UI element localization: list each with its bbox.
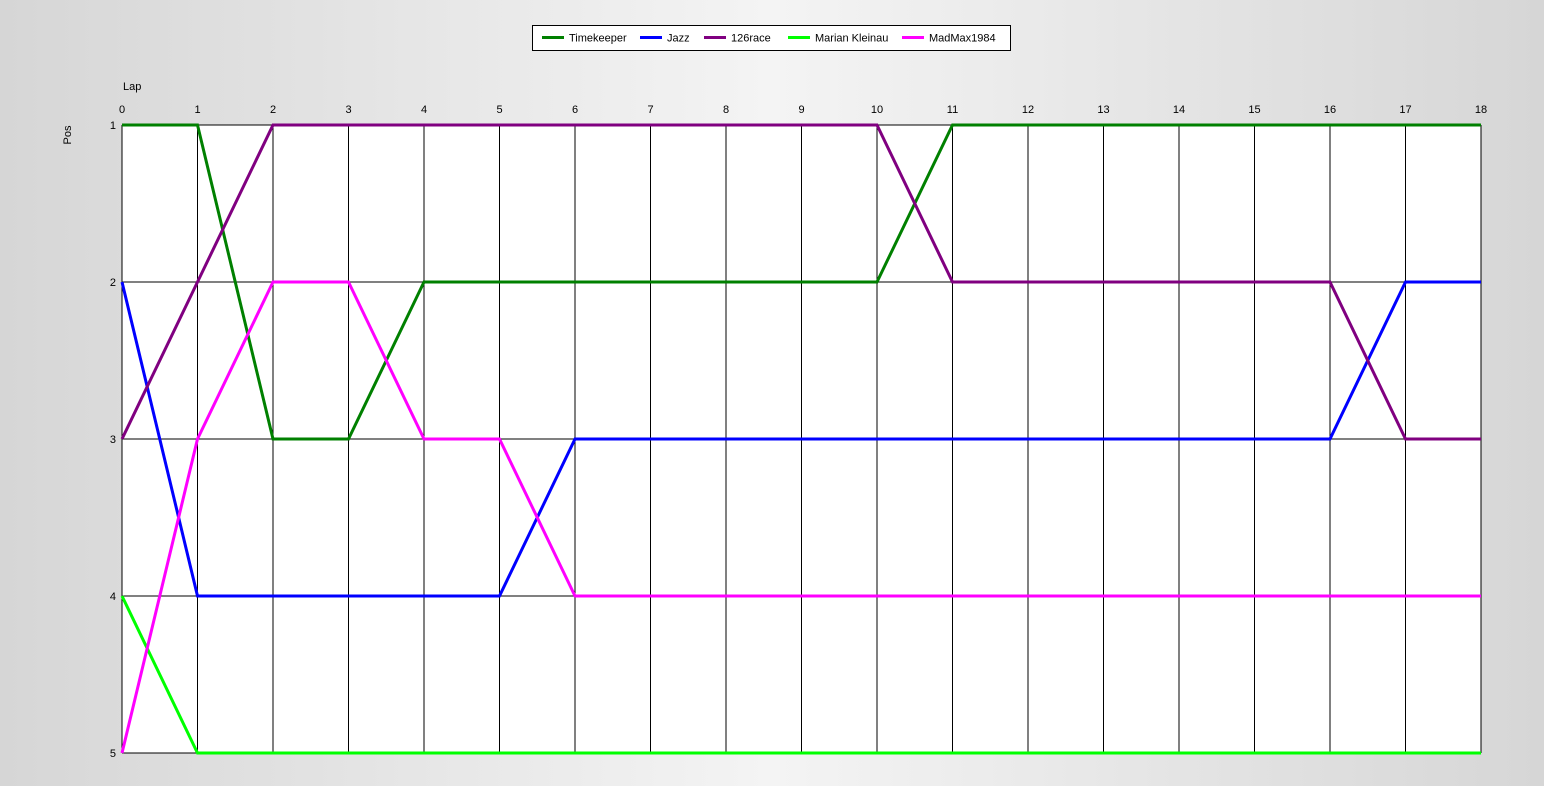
x-tick-label: 7 — [647, 104, 653, 116]
legend-label: Jazz — [667, 33, 690, 45]
x-tick-label: 1 — [194, 104, 200, 116]
y-axis-tick-labels: 1 2 3 4 5 — [110, 120, 116, 760]
x-tick-label: 8 — [723, 104, 729, 116]
x-tick-label: 6 — [572, 104, 578, 116]
x-tick-label: 10 — [871, 104, 883, 116]
x-axis-tick-labels: 0 1 2 3 4 5 6 7 8 9 10 11 12 13 14 15 16 17 18 — [119, 104, 1487, 116]
x-tick-label: 2 — [270, 104, 276, 116]
x-tick-label: 9 — [798, 104, 804, 116]
x-tick-label: 0 — [119, 104, 125, 116]
legend-label: Timekeeper — [569, 33, 627, 45]
chart-window: 0 1 2 3 4 5 6 7 8 9 10 11 12 13 14 15 16 17 18 12345 Lap P… — [0, 0, 1544, 786]
x-tick-label: 11 — [947, 104, 958, 116]
y-tick-label: 1 — [110, 120, 116, 132]
x-tick-label: 18 — [1475, 104, 1487, 116]
legend-label: Marian Kleinau — [815, 33, 888, 45]
x-tick-label: 15 — [1248, 104, 1260, 116]
lap-position-chart: 0 1 2 3 4 5 6 7 8 9 10 11 12 13 14 15 16 17 18 12345 Lap P… — [62, 25, 1487, 760]
x-tick-label: 5 — [496, 104, 502, 116]
y-tick-label: 3 — [110, 434, 116, 446]
legend-label: 126race — [731, 33, 771, 45]
x-tick-label: 16 — [1324, 104, 1336, 116]
x-tick-label: 4 — [421, 104, 427, 116]
y-tick-label: 5 — [110, 748, 116, 760]
x-tick-label: 17 — [1399, 104, 1411, 116]
x-tick-label: 3 — [345, 104, 351, 116]
y-axis-title: Pos — [62, 125, 74, 144]
legend-label: MadMax1984 — [929, 33, 996, 45]
legend: Timekeeper Jazz 126race Marian Kleinau MadMa… — [532, 25, 1011, 51]
y-tick-label: 4 — [110, 591, 116, 603]
x-axis-title: Lap — [123, 81, 141, 93]
x-tick-label: 13 — [1097, 104, 1109, 116]
y-tick-label: 2 — [110, 277, 116, 289]
x-tick-label: 12 — [1022, 104, 1034, 116]
x-tick-label: 14 — [1173, 104, 1185, 116]
